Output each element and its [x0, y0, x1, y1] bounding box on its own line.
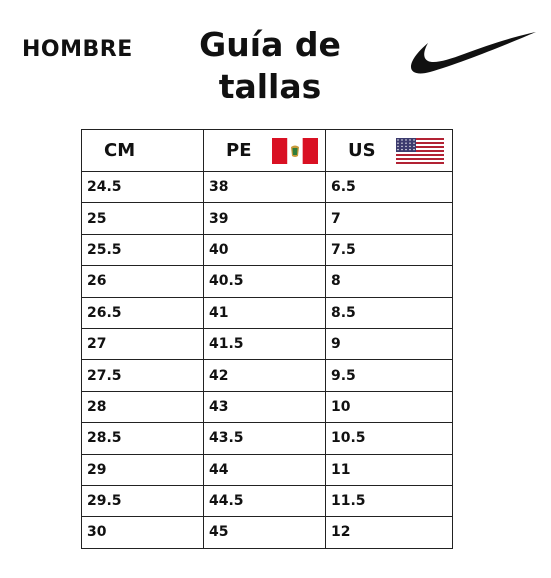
column-header-label: CM: [104, 140, 136, 162]
cell-us: 11: [325, 453, 453, 486]
cell-cm: 27.5: [81, 359, 204, 392]
cell-pe: 42: [203, 359, 326, 392]
table-row: 25 39 7: [81, 202, 453, 235]
cell-us: 7: [325, 202, 453, 235]
gender-label: HOMBRE: [22, 37, 133, 62]
page-title: Guía de tallas: [170, 24, 370, 108]
cell-pe: 44.5: [203, 484, 326, 518]
size-chart-table: CM PE US 24.5 38 6.5 25 39 7 25.5 40 7.5 26 40.5 8 2…: [81, 129, 453, 549]
cell-pe: 39: [203, 202, 326, 235]
table-row: 28.5 43.5 10.5: [81, 422, 453, 455]
table-row: 26 40.5 8: [81, 265, 453, 298]
table-row: 29 44 11: [81, 453, 453, 486]
cell-us: 11.5: [325, 484, 453, 518]
peru-flag-icon: [271, 137, 318, 164]
cell-cm: 28: [81, 390, 204, 424]
title-line-2: tallas: [218, 67, 322, 106]
table-row: 27.5 42 9.5: [81, 359, 453, 392]
cell-pe: 41: [203, 296, 326, 329]
cell-pe: 40.5: [203, 265, 326, 298]
table-header-row: CM PE US: [81, 129, 453, 172]
cell-cm: 27: [81, 327, 204, 361]
column-header-pe: PE: [203, 129, 326, 172]
usa-flag-icon: [395, 137, 444, 164]
cell-cm: 29.5: [81, 484, 204, 518]
table-row: 26.5 41 8.5: [81, 296, 453, 329]
table-row: 30 45 12: [81, 516, 453, 549]
table-row: 27 41.5 9: [81, 327, 453, 361]
cell-cm: 25: [81, 202, 204, 235]
cell-us: 8.5: [325, 296, 453, 329]
column-header-cm: CM: [81, 129, 204, 172]
cell-us: 9: [325, 327, 453, 361]
cell-us: 10.5: [325, 422, 453, 455]
cell-cm: 29: [81, 453, 204, 486]
cell-us: 12: [325, 516, 453, 549]
table-row: 25.5 40 7.5: [81, 233, 453, 267]
cell-us: 10: [325, 390, 453, 424]
column-header-us: US: [325, 129, 453, 172]
table-row: 29.5 44.5 11.5: [81, 484, 453, 518]
cell-us: 8: [325, 265, 453, 298]
cell-pe: 43.5: [203, 422, 326, 455]
cell-cm: 26.5: [81, 296, 204, 329]
cell-us: 6.5: [325, 170, 453, 204]
cell-us: 9.5: [325, 359, 453, 392]
cell-pe: 44: [203, 453, 326, 486]
cell-pe: 43: [203, 390, 326, 424]
swoosh-logo-icon: [410, 32, 536, 74]
table-row: 24.5 38 6.5: [81, 170, 453, 204]
cell-cm: 30: [81, 516, 204, 549]
cell-pe: 40: [203, 233, 326, 267]
cell-pe: 41.5: [203, 327, 326, 361]
column-header-label: PE: [226, 140, 252, 161]
cell-pe: 45: [203, 516, 326, 549]
table-row: 28 43 10: [81, 390, 453, 424]
column-header-label: US: [348, 140, 376, 161]
cell-cm: 25.5: [81, 233, 204, 267]
cell-cm: 26: [81, 265, 204, 298]
cell-pe: 38: [203, 170, 326, 204]
cell-us: 7.5: [325, 233, 453, 267]
cell-cm: 24.5: [81, 170, 204, 204]
cell-cm: 28.5: [81, 422, 204, 455]
title-line-1: Guía de: [199, 25, 341, 64]
